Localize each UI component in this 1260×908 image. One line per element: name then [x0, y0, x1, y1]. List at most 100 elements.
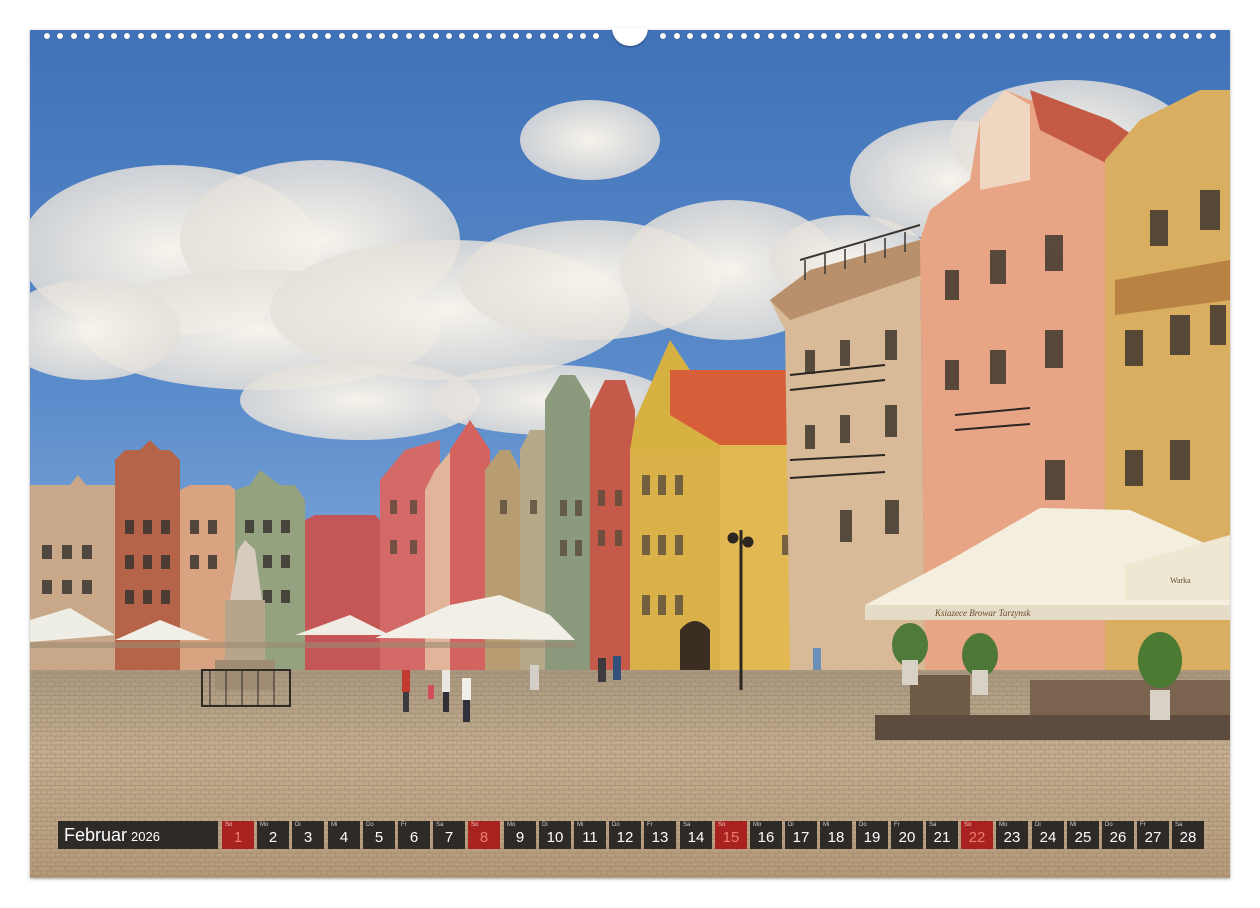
day-number: 15 — [722, 829, 740, 846]
umbrella-brand: Warka — [1170, 576, 1191, 585]
binding-hole — [124, 33, 130, 39]
weekday-label: Mi — [823, 822, 830, 828]
binding-hole — [285, 33, 291, 39]
day-number: 1 — [233, 829, 243, 846]
day-number: 10 — [546, 829, 564, 846]
weekday-label: Do — [859, 822, 867, 828]
binding-hole — [500, 33, 506, 39]
day-number: 8 — [479, 829, 489, 846]
binding-hole — [57, 33, 63, 39]
binding-hole — [446, 33, 452, 39]
umbrella-lettering: Ksiazece Browar Tarzynsk — [934, 608, 1031, 618]
binding-hole — [875, 33, 881, 39]
calendar-day: Sa 21 — [926, 821, 958, 849]
day-number: 11 — [582, 829, 598, 846]
binding-hole — [942, 33, 948, 39]
calendar-day: Fr 13 — [644, 821, 676, 849]
day-number: 16 — [757, 829, 775, 846]
binding-hole — [138, 33, 144, 39]
binding-hole — [258, 33, 264, 39]
binding-hole — [754, 33, 760, 39]
calendar-day: Fr 20 — [891, 821, 923, 849]
binding-hole — [553, 33, 559, 39]
binding-hole — [191, 33, 197, 39]
binding-hole — [995, 33, 1001, 39]
day-number: 9 — [515, 829, 525, 846]
weekday-label: Mo — [753, 822, 762, 828]
binding-hole — [165, 33, 171, 39]
binding-hole — [151, 33, 157, 39]
month-label: Februar 2026 — [58, 821, 218, 849]
calendar-day: Mi 4 — [328, 821, 360, 849]
calendar-day: So 15 — [715, 821, 747, 849]
calendar-day: Mo 2 — [257, 821, 289, 849]
binding-hole — [741, 33, 747, 39]
weekday-label: Fr — [647, 822, 653, 828]
binding-hole — [272, 33, 278, 39]
day-number: 25 — [1074, 829, 1092, 846]
calendar-day: Mo 9 — [504, 821, 536, 849]
binding-hole — [459, 33, 465, 39]
weekday-label: Fr — [401, 822, 407, 828]
binding-hole — [1049, 33, 1055, 39]
binding-hole — [593, 33, 599, 39]
binding-hole — [687, 33, 693, 39]
day-number: 21 — [933, 829, 951, 846]
day-number: 2 — [268, 829, 278, 846]
binding-hole — [969, 33, 975, 39]
calendar-day: Mo 16 — [750, 821, 782, 849]
day-number: 27 — [1144, 829, 1162, 846]
month-name: Februar — [64, 825, 128, 845]
binding-hole — [433, 33, 439, 39]
calendar-bar: Februar 2026 So 1 Mo 2 Di 3 Mi 4 Do 5 Fr 6 Sa 7 So 8 Mo 9 D… — [58, 821, 1204, 849]
binding-hole — [1062, 33, 1068, 39]
binding-hole — [71, 33, 77, 39]
weekday-label: So — [718, 822, 726, 828]
binding-hole — [392, 33, 398, 39]
calendar-day: Sa 28 — [1172, 821, 1204, 849]
binding-hole — [111, 33, 117, 39]
calendar-day: Mi 18 — [820, 821, 852, 849]
binding-hole — [205, 33, 211, 39]
weekday-label: Sa — [1175, 822, 1183, 828]
weekday-label: Do — [612, 822, 620, 828]
day-number: 18 — [827, 829, 845, 846]
day-number: 28 — [1179, 829, 1197, 846]
binding-hole — [379, 33, 385, 39]
day-number: 13 — [651, 829, 669, 846]
calendar-day: Do 26 — [1102, 821, 1134, 849]
calendar-day: So 22 — [961, 821, 993, 849]
binding-hole — [218, 33, 224, 39]
calendar-day: Sa 7 — [433, 821, 465, 849]
weekday-label: Sa — [683, 822, 691, 828]
binding-hole — [902, 33, 908, 39]
day-number: 4 — [339, 829, 349, 846]
weekday-label: So — [471, 822, 479, 828]
weekday-label: So — [964, 822, 972, 828]
month-year: 2026 — [131, 829, 160, 844]
day-number: 14 — [687, 829, 705, 846]
weekday-label: Do — [1105, 822, 1113, 828]
binding-hole — [1076, 33, 1082, 39]
binding-hole — [982, 33, 988, 39]
calendar-day: So 8 — [468, 821, 500, 849]
calendar-day: Di 24 — [1032, 821, 1064, 849]
binding-hole — [955, 33, 961, 39]
binding-hole — [848, 33, 854, 39]
day-number: 20 — [898, 829, 916, 846]
binding-hole — [1022, 33, 1028, 39]
binding-hole — [580, 33, 586, 39]
weekday-label: Mi — [331, 822, 338, 828]
binding-hole — [299, 33, 305, 39]
binding-hole — [701, 33, 707, 39]
calendar-day: Fr 6 — [398, 821, 430, 849]
calendar-day: Do 19 — [856, 821, 888, 849]
weekday-label: Di — [1035, 822, 1041, 828]
weekday-label: Di — [542, 822, 548, 828]
binding-hole — [325, 33, 331, 39]
binding-hole — [808, 33, 814, 39]
weekday-label: Mo — [507, 822, 516, 828]
binding-hole — [928, 33, 934, 39]
binding-hole — [178, 33, 184, 39]
binding-hole — [768, 33, 774, 39]
